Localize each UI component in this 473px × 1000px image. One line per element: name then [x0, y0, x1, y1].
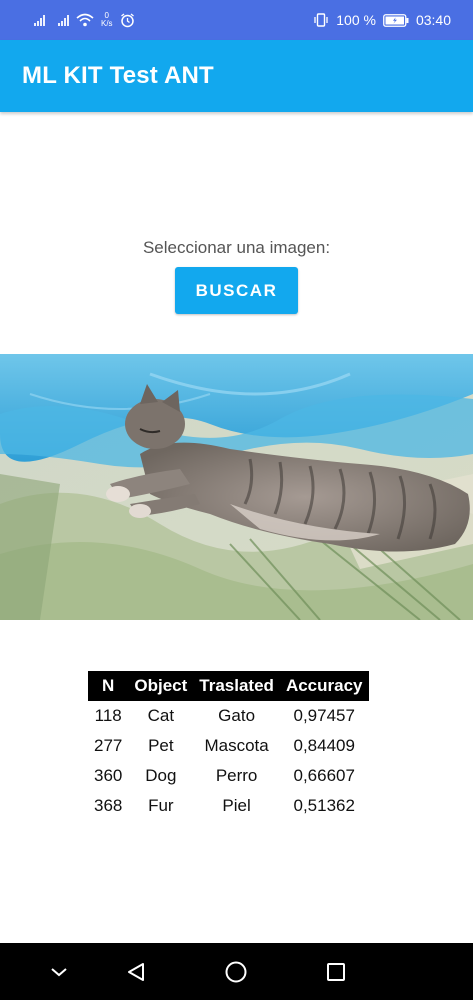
vibrate-icon	[314, 13, 328, 27]
cell-object: Cat	[147, 706, 175, 725]
col-header-n: N	[88, 671, 129, 701]
status-bar: 0 K/s 100 % 03:40	[0, 0, 473, 40]
cell-n: 118	[94, 706, 122, 725]
col-header-object: Object	[128, 671, 194, 701]
status-left: 0 K/s	[34, 12, 135, 28]
table-row: 118 Cat Gato 0,97457	[88, 701, 369, 731]
status-right: 100 % 03:40	[313, 12, 451, 28]
results-table: N Object Traslated Accuracy 118 Cat Gato…	[88, 671, 369, 821]
wifi-icon	[76, 13, 94, 27]
signal-icon	[34, 14, 45, 26]
cell-translated: Perro	[215, 766, 258, 785]
cell-object: Dog	[145, 766, 177, 785]
alarm-icon	[120, 12, 134, 27]
back-icon[interactable]	[121, 957, 151, 987]
cell-object: Pet	[148, 736, 174, 755]
clock: 03:40	[415, 12, 451, 28]
back-chevron-icon[interactable]	[44, 957, 74, 987]
cell-accuracy: 0,97457	[293, 706, 355, 725]
home-icon[interactable]	[221, 957, 251, 987]
cell-n: 368	[94, 796, 123, 815]
signal-icon	[58, 14, 69, 26]
cell-n: 360	[94, 766, 123, 785]
net-speed: 0 K/s	[101, 12, 113, 28]
app-title: ML KIT Test ANT	[22, 62, 214, 89]
select-image-label: Seleccionar una imagen:	[142, 238, 331, 257]
table-header-row: N Object Traslated Accuracy	[88, 671, 369, 701]
cell-translated: Mascota	[204, 736, 269, 755]
battery-percent: 100 %	[336, 12, 376, 28]
table-row: 360 Dog Perro 0,66607	[88, 761, 369, 791]
cell-translated: Piel	[222, 796, 251, 815]
cell-accuracy: 0,51362	[293, 796, 355, 815]
selected-image	[0, 354, 473, 620]
table-row: 368 Fur Piel 0,51362	[88, 791, 369, 821]
recents-icon[interactable]	[321, 957, 351, 987]
cell-translated: Gato	[218, 706, 256, 725]
navigation-bar	[0, 943, 473, 1000]
net-speed-unit: K/s	[101, 19, 113, 28]
search-button[interactable]: BUSCAR	[175, 267, 298, 314]
col-header-translated: Traslated	[193, 671, 280, 701]
app-bar: ML KIT Test ANT	[0, 40, 473, 112]
col-header-accuracy: Accuracy	[279, 671, 369, 701]
cell-n: 277	[94, 736, 123, 755]
cell-object: Fur	[148, 796, 174, 815]
cell-accuracy: 0,84409	[293, 736, 355, 755]
cell-accuracy: 0,66607	[293, 766, 355, 785]
table-row: 277 Pet Mascota 0,84409	[88, 731, 369, 761]
battery-icon	[383, 13, 409, 27]
cat-photo	[0, 354, 473, 620]
